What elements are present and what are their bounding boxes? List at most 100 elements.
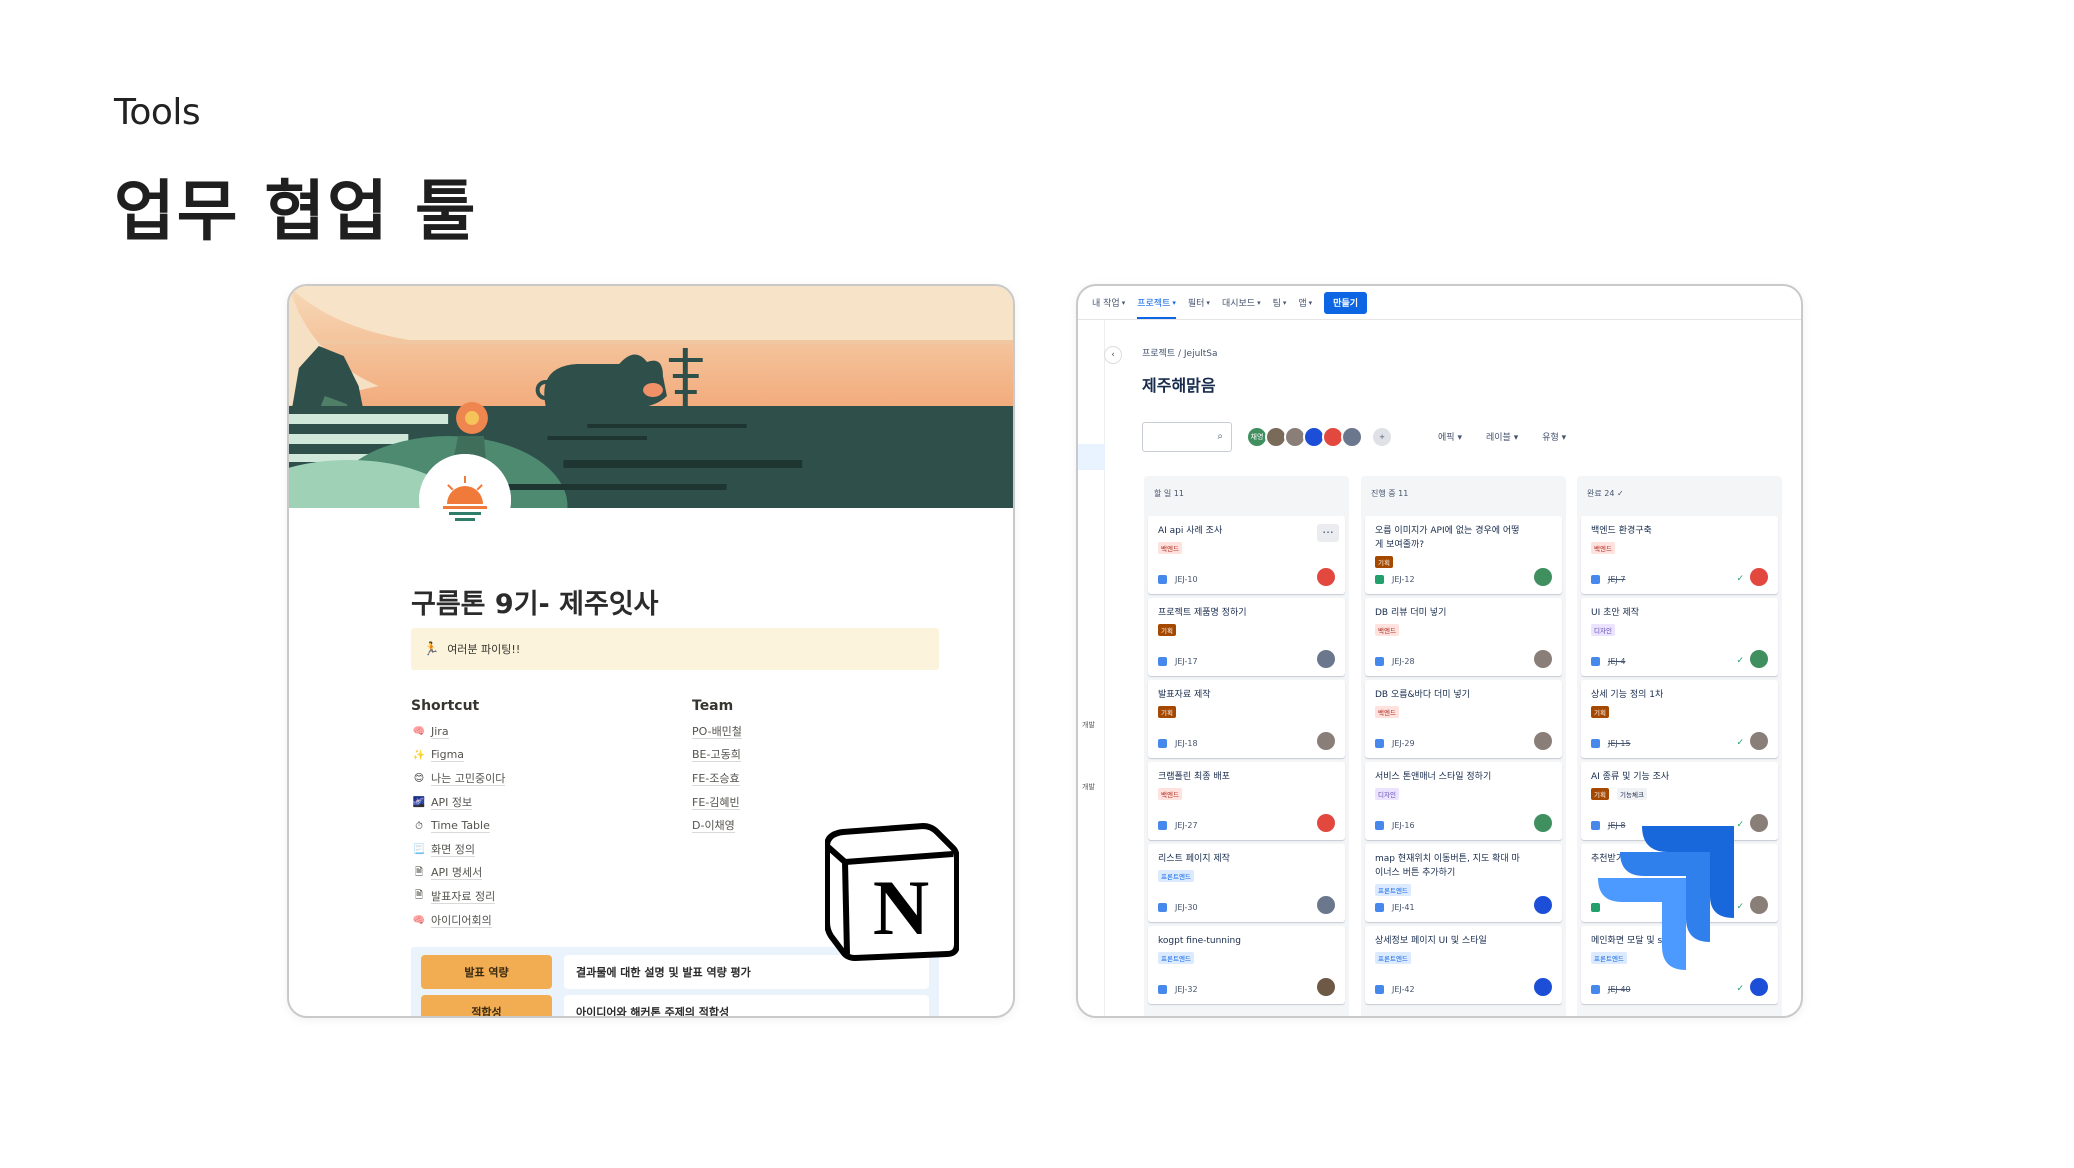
criteria-description: 아이디어와 해커톤 주제의 적합성 [564,995,929,1016]
shortcut-item-timetable[interactable]: ⏱ Time Table [411,814,505,838]
breadcrumb[interactable]: 프로젝트 / JejultSa [1142,346,1218,359]
issue-card[interactable]: DB 오름&바다 더미 넣기 백엔드 JEJ-29 [1365,680,1562,758]
criteria-tag: 발표 역량 [421,955,552,989]
issue-key: JEJ-30 [1158,903,1198,912]
assignee-avatar[interactable] [1317,650,1335,668]
stopwatch-icon: ⏱ [415,820,423,832]
issue-card[interactable]: UI 초안 제작 디자인 JEJ-4 ✓ [1581,598,1778,676]
chevron-down-icon: ▾ [1282,298,1287,307]
issue-label: 프론트엔드 [1375,952,1411,964]
page-icon: 🗎 [414,866,424,878]
task-icon [1591,985,1600,994]
task-icon [1158,575,1167,584]
shortcut-item-idea-meeting[interactable]: 🧠 아이디어회의 [411,909,505,933]
assignee-avatar[interactable] [1317,568,1335,586]
task-icon [1158,821,1167,830]
nav-filters[interactable]: 필터 ▾ [1188,296,1210,310]
sidebar-label[interactable]: 개발 [1082,720,1095,730]
assignee-avatar[interactable] [1317,814,1335,832]
task-icon [1591,575,1600,584]
issue-label: 프론트엔드 [1158,952,1194,964]
jira-sidebar: 개발 개발 [1078,320,1105,1016]
issue-card[interactable]: DB 리뷰 더미 넣기 백엔드 JEJ-28 [1365,598,1562,676]
assignee-avatar[interactable] [1534,896,1552,914]
nav-dashboards[interactable]: 대시보드 ▾ [1222,296,1261,310]
issue-key: JEJ-7 [1591,575,1625,584]
assignee-avatar[interactable] [1317,978,1335,996]
issue-label: 백엔드 [1591,542,1615,554]
assignee-avatar[interactable] [1750,978,1768,996]
nav-apps[interactable]: 앱 ▾ [1298,296,1312,310]
assignee-avatar[interactable] [1750,568,1768,586]
sidebar-label[interactable]: 개발 [1082,782,1095,792]
shortcut-item-jira[interactable]: 🧠 Jira [411,720,505,744]
issue-title: 리스트 페이지 제작 [1158,854,1230,864]
issue-card[interactable]: 상세정보 페이지 UI 및 스타일 프론트엔드 JEJ-42 [1365,926,1562,1004]
issue-card[interactable]: 발표자료 제작 기획 JEJ-18 [1148,680,1345,758]
filter-epic[interactable]: 에픽 ▾ [1438,430,1462,443]
shortcut-heading: Shortcut [411,698,480,714]
team-member[interactable]: D-이채영 [692,814,742,838]
shortcut-item-thinking[interactable]: 😊 나는 고민중이다 [411,767,506,791]
issue-card[interactable]: 상세 기능 정의 1차 기획 JEJ-15 ✓ [1581,680,1778,758]
shortcut-item-screen-def[interactable]: 📃 화면 정의 [411,838,505,862]
issue-card[interactable]: 오름 이미지가 API에 없는 경우에 어떻게 보여줄까? 기획 JEJ-12 [1365,516,1562,594]
board-search-input[interactable]: ⌕ [1142,422,1232,452]
table-row: 적합성 아이디어와 해커톤 주제의 적합성 [421,995,929,1016]
issue-label: 기획 [1375,556,1393,568]
assignee-avatar[interactable] [1534,978,1552,996]
team-member[interactable]: PO-배민철 [692,720,742,744]
issue-card[interactable]: 크램폴린 최종 배포 백엔드 JEJ-27 [1148,762,1345,840]
assignee-avatar[interactable] [1317,732,1335,750]
team-member[interactable]: FE-조승효 [692,767,742,791]
document-icon: 📃 [412,844,426,856]
issue-card[interactable]: 리스트 페이지 제작프론트엔드 JEJ-30 [1148,844,1345,922]
shortcut-item-figma[interactable]: ✨ Figma [411,744,505,768]
shortcut-item-presentation[interactable]: 🗎 발표자료 정리 [411,885,505,909]
issue-card[interactable]: kogpt fine-tunning 프론트엔드 JEJ-32 [1148,926,1345,1004]
issue-label: 기획 [1158,624,1176,636]
notion-page-icon[interactable] [419,454,511,546]
avatar[interactable] [1341,426,1363,448]
assignee-avatar[interactable] [1534,732,1552,750]
issue-card[interactable]: 프로젝트 제품명 정하기 기획 JEJ-17 [1148,598,1345,676]
filter-type[interactable]: 유형 ▾ [1542,430,1566,443]
team-member[interactable]: BE-고동희 [692,744,742,768]
jira-logo-icon [1598,826,1734,970]
nav-teams[interactable]: 팀 ▾ [1273,296,1287,310]
team-member[interactable]: FE-김혜빈 [692,791,742,815]
nav-my-work[interactable]: 내 작업 ▾ [1092,296,1125,310]
issue-card[interactable]: 서비스 톤앤매너 스타일 정하기 디자인 JEJ-16 [1365,762,1562,840]
more-actions-button[interactable]: ... [1317,523,1339,542]
issue-card[interactable]: 백엔드 환경구축 백엔드 JEJ-7 ✓ [1581,516,1778,594]
issue-label: 백엔드 [1375,624,1399,636]
issue-label: 백엔드 [1158,788,1182,800]
issue-title: kogpt fine-tunning [1158,936,1241,946]
shortcut-item-api-spec[interactable]: 🗎 API 명세서 [411,862,505,886]
issue-card[interactable]: map 현재위치 이동버튼, 지도 확대 마이너스 버튼 추가하기 프론트엔드 JE… [1365,844,1562,922]
assignee-avatar[interactable] [1750,650,1768,668]
issue-label: 프론트엔드 [1158,870,1194,882]
create-button[interactable]: 만들기 [1324,291,1368,314]
slide-kicker: Tools [114,92,201,133]
collapse-sidebar-button[interactable]: ‹ [1104,346,1122,364]
add-people-icon[interactable]: + [1371,426,1393,448]
assignee-avatar[interactable] [1534,814,1552,832]
assignee-avatar[interactable] [1750,732,1768,750]
assignee-avatar[interactable] [1317,896,1335,914]
sidebar-selected-item[interactable] [1078,444,1105,470]
assignee-avatar[interactable] [1750,896,1768,914]
issue-title: map 현재위치 이동버튼, 지도 확대 마이너스 버튼 추가하기 [1375,854,1520,878]
filter-label[interactable]: 레이블 ▾ [1486,430,1518,443]
assignee-avatar[interactable] [1750,814,1768,832]
issue-card[interactable]: AI api 사례 조사 백엔드 JEJ-10... [1148,516,1345,594]
shortcut-item-api-info[interactable]: 🌌 API 정보 [411,791,505,815]
nav-projects[interactable]: 프로젝트 ▾ [1137,296,1176,319]
jira-top-nav: 내 작업 ▾ 프로젝트 ▾ 필터 ▾ 대시보드 ▾ 팀 ▾ 앱 ▾ 만들기 [1078,286,1801,320]
search-icon: ⌕ [1217,431,1223,442]
assignee-avatar[interactable] [1534,568,1552,586]
team-heading: Team [692,698,734,714]
issue-label: 백엔드 [1158,542,1182,554]
assignee-avatar[interactable] [1534,650,1552,668]
notion-callout: 🏃 여러분 파이팅!! [411,628,939,670]
